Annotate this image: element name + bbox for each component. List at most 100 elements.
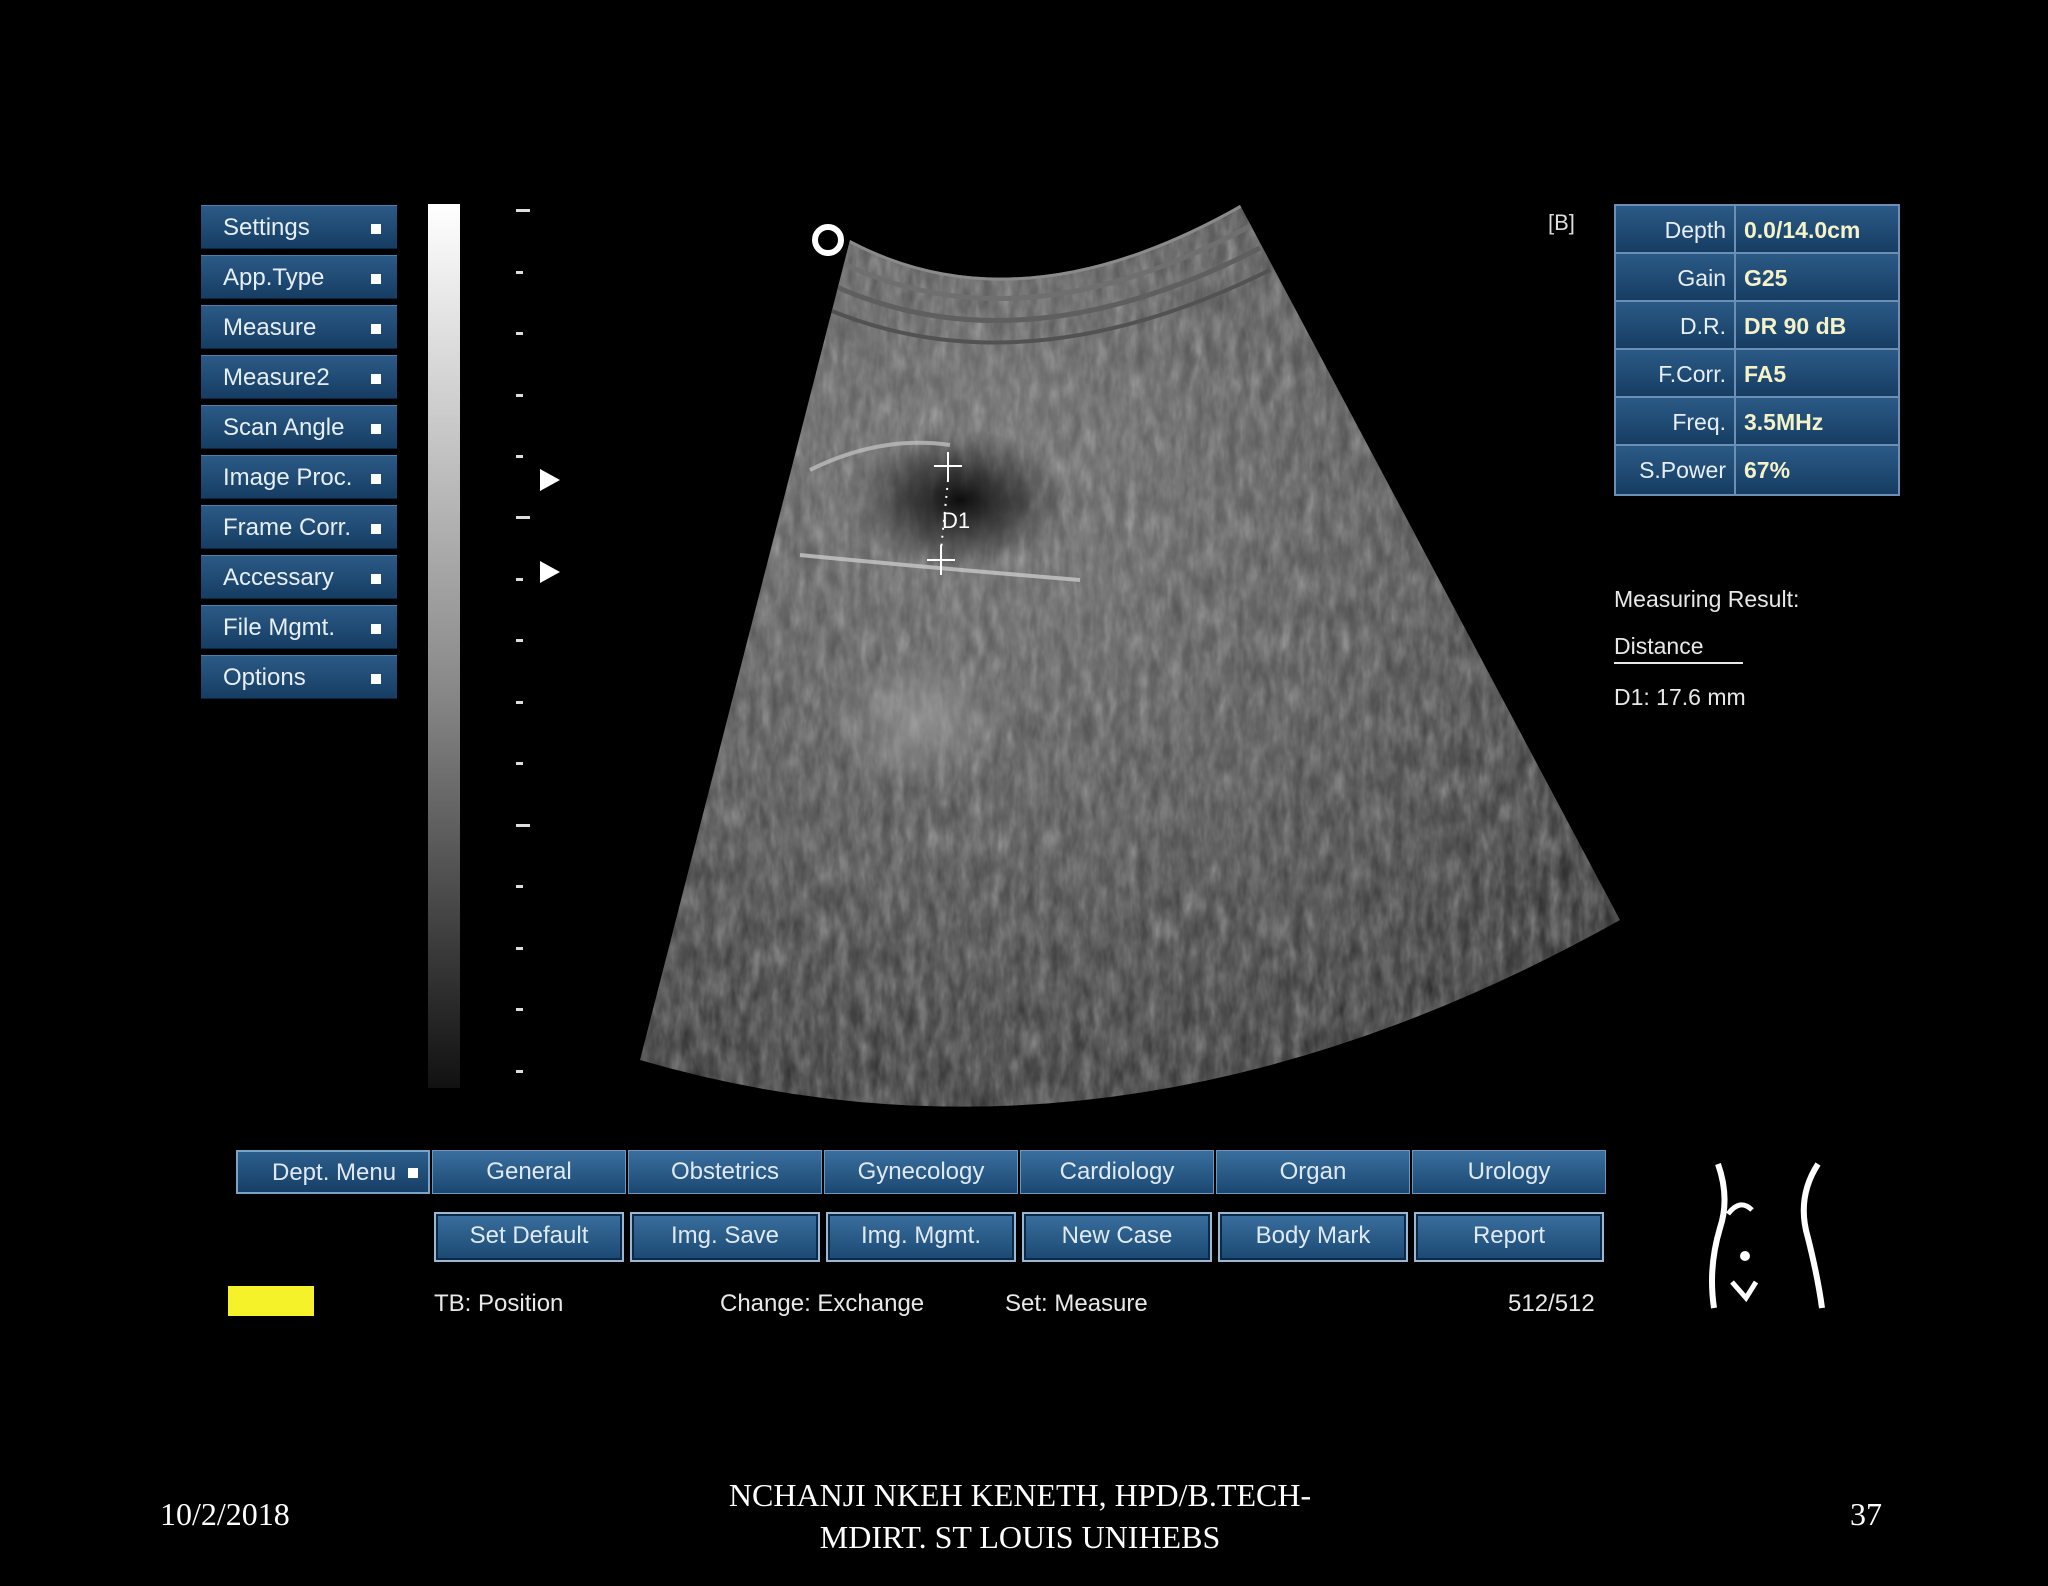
menu-indicator-icon [408,1168,418,1178]
menu-measure[interactable]: Measure [201,305,397,349]
menu-settings[interactable]: Settings [201,205,397,249]
report-button[interactable]: Report [1414,1212,1604,1262]
function-bar: Set Default Img. Save Img. Mgmt. New Cas… [434,1212,1610,1262]
param-label: F.Corr. [1616,350,1736,396]
menu-app-type[interactable]: App.Type [201,255,397,299]
menu-scan-angle[interactable]: Scan Angle [201,405,397,449]
depth-tick [516,455,523,458]
depth-tick [516,1008,523,1011]
footer-page-number: 37 [1850,1496,1882,1532]
depth-tick [516,1070,523,1073]
dept-gynecology[interactable]: Gynecology [824,1150,1018,1194]
param-frequency: Freq. 3.5MHz [1616,398,1898,446]
param-value: 0.0/14.0cm [1736,206,1898,252]
param-label: D.R. [1616,302,1736,348]
menu-accessary[interactable]: Accessary [201,555,397,599]
menu-indicator-icon [371,474,381,484]
menu-indicator-icon [371,574,381,584]
param-value: G25 [1736,254,1898,300]
dept-menu-bar: Dept. Menu General Obstetrics Gynecology… [236,1150,1608,1194]
menu-label: Measure [223,314,317,341]
menu-indicator-icon [371,324,381,334]
menu-indicator-icon [371,674,381,684]
body-mark-button[interactable]: Body Mark [1218,1212,1408,1262]
dept-urology[interactable]: Urology [1412,1150,1606,1194]
footer-author: NCHANJI NKEH KENETH, HPD/B.TECH- MDIRT. … [640,1474,1400,1558]
mode-label: [B] [1548,210,1575,235]
menu-label: Settings [223,214,310,241]
menu-label: Options [223,664,306,691]
param-gain: Gain G25 [1616,254,1898,302]
menu-label: App.Type [223,264,325,291]
menu-label: Frame Corr. [223,514,352,541]
focus-marker-icon[interactable] [540,561,560,583]
param-label: Depth [1616,206,1736,252]
img-save-button[interactable]: Img. Save [630,1212,820,1262]
menu-measure2[interactable]: Measure2 [201,355,397,399]
param-dynamic-range: D.R. DR 90 dB [1616,302,1898,350]
footer-date: 10/2/2018 [160,1496,290,1532]
param-value: DR 90 dB [1736,302,1898,348]
depth-tick-major [516,824,530,827]
ultrasound-image[interactable]: D1 [560,200,1620,1120]
menu-frame-corr[interactable]: Frame Corr. [201,505,397,549]
param-value: FA5 [1736,350,1898,396]
param-label: S.Power [1616,446,1736,494]
measuring-type: Distance [1614,633,1744,664]
menu-label: Accessary [223,564,334,591]
depth-tick [516,885,523,888]
dept-general[interactable]: General [432,1150,626,1194]
set-default-button[interactable]: Set Default [434,1212,624,1262]
menu-options[interactable]: Options [201,655,397,699]
param-sound-power: S.Power 67% [1616,446,1898,494]
dept-organ[interactable]: Organ [1216,1150,1410,1194]
measuring-title: Measuring Result: [1614,586,1800,612]
measuring-result: Measuring Result: Distance D1: 17.6 mm [1614,586,1799,731]
menu-indicator-icon [371,224,381,234]
menu-indicator-icon [371,424,381,434]
frame-counter: 512/512 [1508,1290,1595,1317]
dept-menu-button[interactable]: Dept. Menu [236,1150,430,1194]
dept-obstetrics[interactable]: Obstetrics [628,1150,822,1194]
param-label: Freq. [1616,398,1736,444]
menu-label: File Mgmt. [223,614,336,641]
dept-cardiology[interactable]: Cardiology [1020,1150,1214,1194]
depth-tick [516,578,523,581]
img-mgmt-button[interactable]: Img. Mgmt. [826,1212,1016,1262]
menu-label: Scan Angle [223,414,345,441]
menu-indicator-icon [371,524,381,534]
menu-indicator-icon [371,624,381,634]
menu-label: Image Proc. [223,464,353,491]
depth-tick-major [516,209,530,212]
menu-label: Measure2 [223,364,330,391]
menu-image-proc[interactable]: Image Proc. [201,455,397,499]
depth-tick [516,947,523,950]
menu-indicator-icon [371,274,381,284]
param-label: Gain [1616,254,1736,300]
status-change: Change: Exchange [720,1290,925,1317]
depth-tick [516,394,523,397]
grayscale-bar [428,204,460,1088]
status-tb: TB: Position [434,1290,564,1317]
param-value: 3.5MHz [1736,398,1898,444]
parameters-panel: Depth 0.0/14.0cm Gain G25 D.R. DR 90 dB F.C… [1614,204,1900,496]
depth-tick [516,271,523,274]
status-set: Set: Measure [1005,1290,1148,1317]
param-frame-corr: F.Corr. FA5 [1616,350,1898,398]
menu-indicator-icon [371,374,381,384]
focus-marker-icon[interactable] [540,469,560,491]
depth-tick-major [516,516,530,519]
new-case-button[interactable]: New Case [1022,1212,1212,1262]
depth-tick [516,701,523,704]
depth-tick [516,639,523,642]
dept-menu-label: Dept. Menu [272,1159,397,1186]
orientation-marker-icon [812,224,844,256]
left-menu: Settings App.Type Measure Measure2 Scan … [201,205,397,705]
caliper-label: D1 [942,508,970,533]
menu-file-mgmt[interactable]: File Mgmt. [201,605,397,649]
depth-ruler [514,205,534,1085]
param-value: 67% [1736,446,1898,494]
body-mark-icon [1709,1162,1825,1309]
freeze-indicator: Freeze [228,1286,314,1316]
footer-author-line2: MDIRT. ST LOUIS UNIHEBS [819,1519,1221,1555]
